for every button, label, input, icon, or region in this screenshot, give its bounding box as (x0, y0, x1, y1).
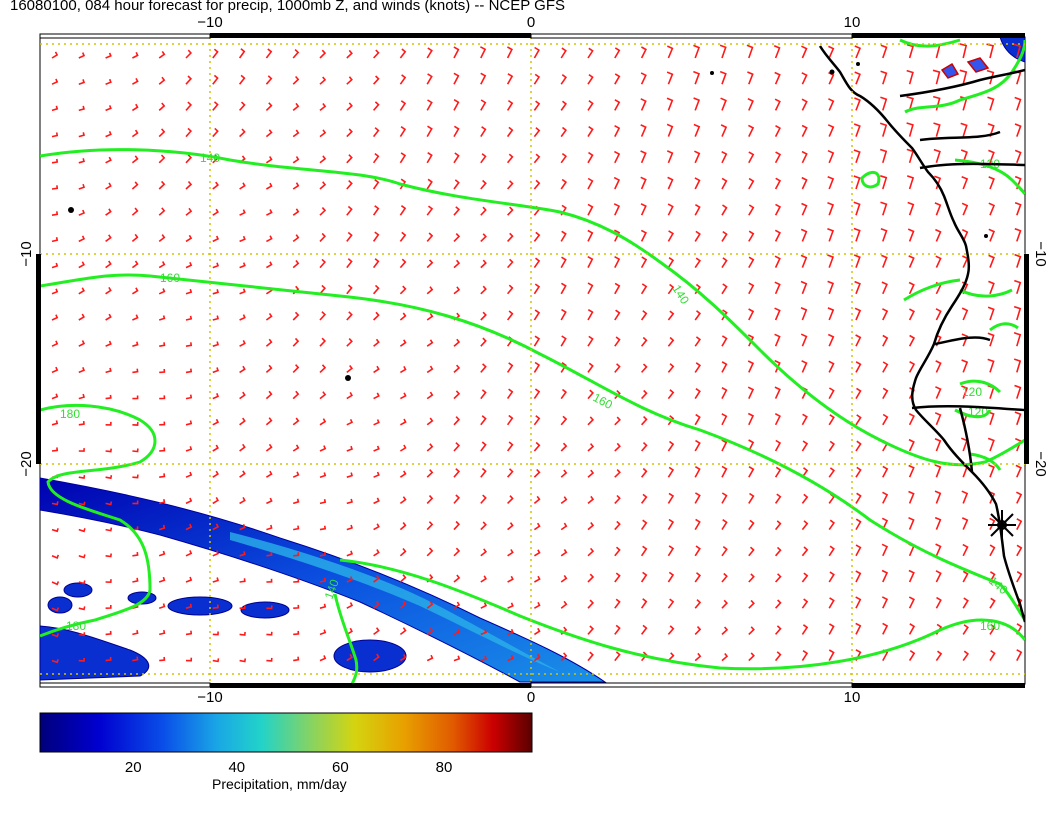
x-tick-top: 0 (527, 14, 535, 31)
colorbar-tick-label: 40 (228, 759, 245, 776)
forecast-map: 140 160 140 160 180 180 140 120 120 120 … (18, 14, 1049, 776)
y-tick-right: −10 (1032, 241, 1049, 266)
contour-label: 120 (962, 385, 982, 399)
x-tick-bottom: −10 (197, 689, 222, 706)
colorbar (39, 712, 533, 753)
colorbar-tick-label: 60 (332, 759, 349, 776)
contour-label: 160 (160, 271, 180, 285)
colorbar-tick-label: 20 (125, 759, 142, 776)
precip-cell (240, 601, 290, 619)
precip-cell (47, 596, 73, 614)
x-tick-top: 10 (844, 14, 861, 31)
colorbar-tick-label: 80 (436, 759, 453, 776)
x-tick-bottom: 0 (527, 689, 535, 706)
colorbar-label: Precipitation, mm/day (212, 776, 347, 792)
contour-label: 160 (980, 619, 1000, 633)
y-tick-right: −20 (1032, 451, 1049, 476)
y-tick-left: −20 (18, 451, 35, 476)
precip-cell (63, 582, 93, 598)
precip-cell (167, 596, 233, 616)
x-tick-bottom: 10 (844, 689, 861, 706)
y-tick-left: −10 (18, 241, 35, 266)
precip-cell (333, 639, 407, 673)
storm-marker (988, 510, 1016, 540)
x-tick-top: −10 (197, 14, 222, 31)
contour-label: 180 (60, 407, 80, 421)
colorbar-ticks: 20 40 60 80 (125, 759, 452, 776)
contour-label: 180 (66, 619, 86, 633)
